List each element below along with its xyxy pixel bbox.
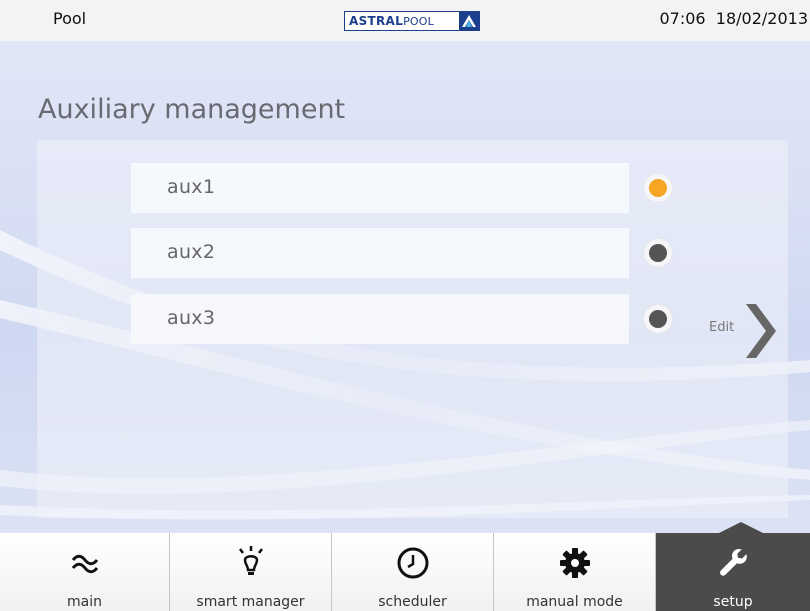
page-title: Auxiliary management (38, 94, 346, 125)
date: 18/02/2013 (715, 9, 808, 28)
edit-label: Edit (709, 320, 735, 335)
aux-row-2[interactable]: aux2 (131, 228, 629, 278)
waves-icon (67, 545, 103, 581)
tab-scheduler[interactable]: scheduler (332, 533, 494, 611)
wrench-icon (715, 545, 751, 581)
logo-text-light: POOL (403, 14, 434, 28)
edit-button[interactable]: Edit (700, 296, 780, 362)
time: 07:06 (659, 9, 706, 28)
tab-manual-mode[interactable]: manual mode (494, 533, 656, 611)
tab-main[interactable]: main (0, 533, 170, 611)
tab-label: smart manager (196, 594, 305, 610)
aux-row-3[interactable]: aux3 (131, 294, 629, 344)
aux-label: aux3 (167, 307, 216, 329)
bottom-nav: main smart manager scheduler manual mode… (0, 533, 810, 611)
astralpool-logo: ASTRAL POOL (344, 11, 480, 31)
app-name: Pool (53, 9, 87, 28)
aux2-status-indicator[interactable] (644, 239, 672, 267)
logo-mark-icon (459, 12, 479, 30)
tab-label: manual mode (526, 594, 623, 610)
tab-label: setup (713, 594, 753, 610)
tab-label: scheduler (378, 594, 447, 610)
lightbulb-icon (233, 545, 269, 581)
aux-row-1[interactable]: aux1 (131, 163, 629, 213)
gear-icon (557, 545, 593, 581)
aux-label: aux2 (167, 241, 216, 263)
clock-icon (395, 545, 431, 581)
tab-label: main (67, 594, 102, 610)
tab-smart-manager[interactable]: smart manager (170, 533, 332, 611)
aux3-status-indicator[interactable] (644, 305, 672, 333)
chevron-right-icon (746, 304, 776, 358)
aux-label: aux1 (167, 176, 216, 198)
aux1-status-indicator[interactable] (644, 174, 672, 202)
screen: Pool ASTRAL POOL 07:06 18/02/2013 Auxilia… (0, 0, 810, 611)
status-bar: Pool ASTRAL POOL 07:06 18/02/2013 (0, 0, 810, 41)
date-time: 07:06 18/02/2013 (660, 9, 809, 28)
tab-setup[interactable]: setup (656, 533, 810, 611)
logo-text-bold: ASTRAL (349, 14, 404, 28)
